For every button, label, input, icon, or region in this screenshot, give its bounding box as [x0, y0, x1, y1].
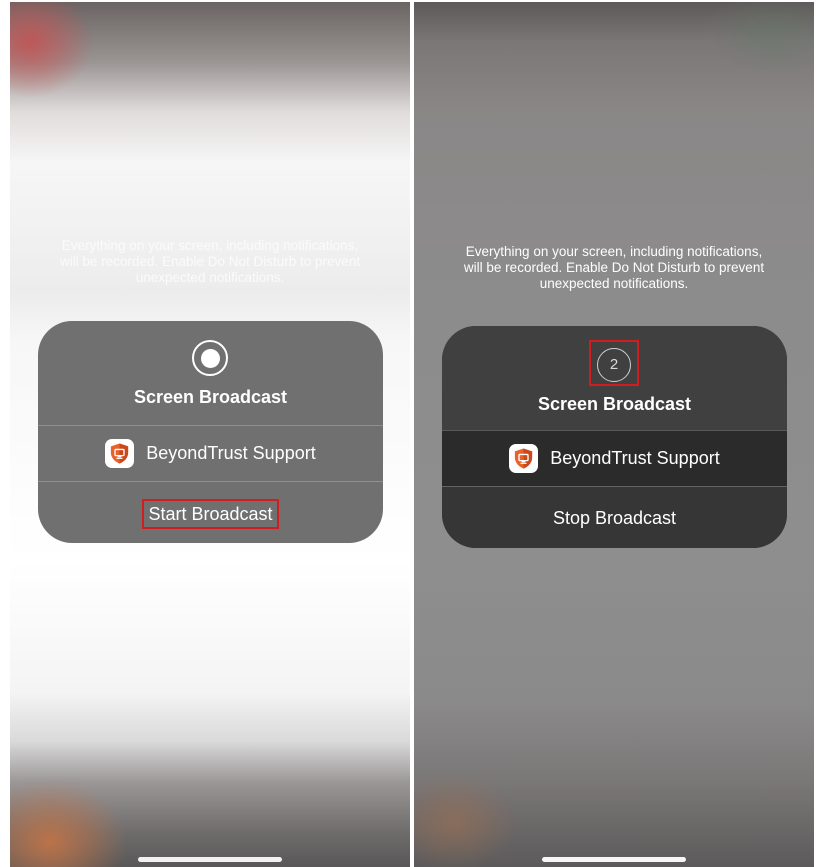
- card-header: 2 Screen Broadcast: [442, 326, 787, 430]
- screen-broadcast-card: Screen Broadcast BeyondTrust Support Sta…: [38, 321, 383, 543]
- card-title: Screen Broadcast: [133, 387, 288, 407]
- recording-warning: Everything on your screen, including not…: [463, 244, 765, 291]
- stop-broadcast-button[interactable]: Stop Broadcast: [553, 508, 676, 529]
- app-name: BeyondTrust Support: [146, 443, 316, 463]
- card-action-row: Start Broadcast: [38, 481, 383, 543]
- app-option-row[interactable]: BeyondTrust Support: [38, 425, 383, 481]
- stop-broadcast-label: Stop Broadcast: [552, 508, 677, 528]
- beyondtrust-shield-icon: [509, 444, 539, 473]
- beyondtrust-shield-icon: [105, 439, 135, 468]
- card-title: Screen Broadcast: [537, 394, 692, 414]
- start-broadcast-label: Start Broadcast: [148, 503, 273, 524]
- home-indicator[interactable]: [138, 857, 282, 862]
- app-option-row[interactable]: BeyondTrust Support: [442, 430, 787, 486]
- record-dot: [200, 348, 220, 368]
- home-indicator[interactable]: [542, 857, 686, 862]
- countdown-icon: 2: [597, 348, 631, 382]
- card-action-row: Stop Broadcast: [442, 486, 787, 548]
- app-name: BeyondTrust Support: [550, 448, 720, 468]
- recording-warning: Everything on your screen, including not…: [59, 238, 361, 285]
- record-icon: [192, 340, 228, 376]
- screen-broadcast-card: 2 Screen Broadcast BeyondTrust Support S…: [442, 326, 787, 548]
- start-broadcast-button[interactable]: Start Broadcast: [142, 499, 279, 529]
- left-phone-screen: Everything on your screen, including not…: [10, 2, 410, 867]
- card-header: Screen Broadcast: [38, 321, 383, 425]
- right-phone-screen: Everything on your screen, including not…: [414, 2, 814, 867]
